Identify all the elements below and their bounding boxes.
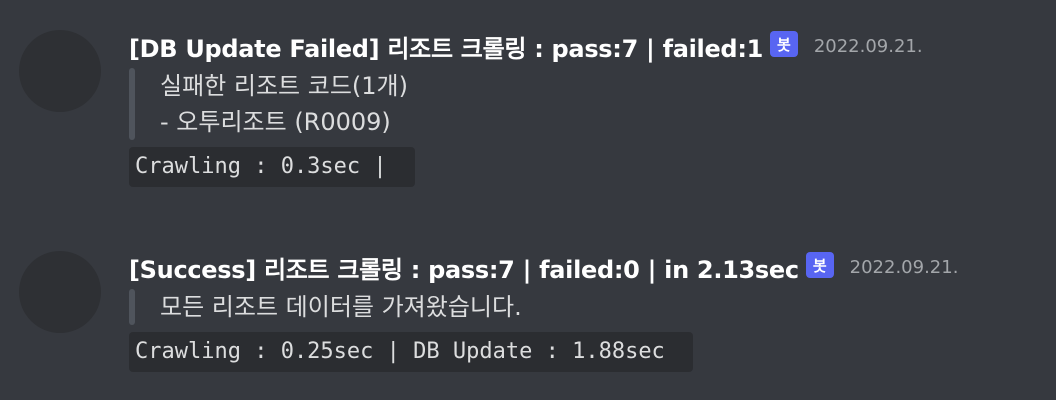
inline-code-block: Crawling : 0.25sec | DB Update : 1.88sec [129, 332, 693, 372]
message-header: [DB Update Failed] 리조트 크롤링 : pass:7 | fa… [129, 30, 1056, 63]
quote-line: 실패한 리조트 코드(1개) [160, 72, 408, 100]
message-title: [Success] 리조트 크롤링 : pass:7 | failed:0 | … [129, 255, 799, 284]
message-content: [DB Update Failed] 리조트 크롤링 : pass:7 | fa… [129, 30, 1056, 187]
quote-line: 모든 리조트 데이터를 가져왔습니다. [160, 293, 522, 321]
avatar[interactable] [19, 251, 101, 333]
avatar[interactable] [19, 30, 101, 112]
chat-message: [DB Update Failed] 리조트 크롤링 : pass:7 | fa… [0, 30, 1056, 210]
bot-badge: 봇 [770, 31, 798, 57]
message-timestamp[interactable]: 2022.09.21. [850, 257, 959, 278]
chat-message: [Success] 리조트 크롤링 : pass:7 | failed:0 | … [0, 251, 1056, 381]
block-quote: 모든 리조트 데이터를 가져왔습니다. [129, 289, 1056, 325]
quote-body: 실패한 리조트 코드(1개) - 오투리조트 (R0009) [135, 68, 408, 140]
message-content: [Success] 리조트 크롤링 : pass:7 | failed:0 | … [129, 251, 1056, 372]
block-quote: 실패한 리조트 코드(1개) - 오투리조트 (R0009) [129, 68, 1056, 140]
message-title: [DB Update Failed] 리조트 크롤링 : pass:7 | fa… [129, 34, 764, 63]
bot-badge: 봇 [805, 252, 834, 278]
inline-code-block: Crawling : 0.3sec | [129, 147, 415, 187]
message-timestamp[interactable]: 2022.09.21. [814, 36, 923, 57]
quote-line: - 오투리조트 (R0009) [160, 108, 391, 136]
quote-body: 모든 리조트 데이터를 가져왔습니다. [135, 289, 522, 325]
message-header: [Success] 리조트 크롤링 : pass:7 | failed:0 | … [129, 251, 1056, 284]
chat-message-list: [DB Update Failed] 리조트 크롤링 : pass:7 | fa… [0, 0, 1056, 400]
